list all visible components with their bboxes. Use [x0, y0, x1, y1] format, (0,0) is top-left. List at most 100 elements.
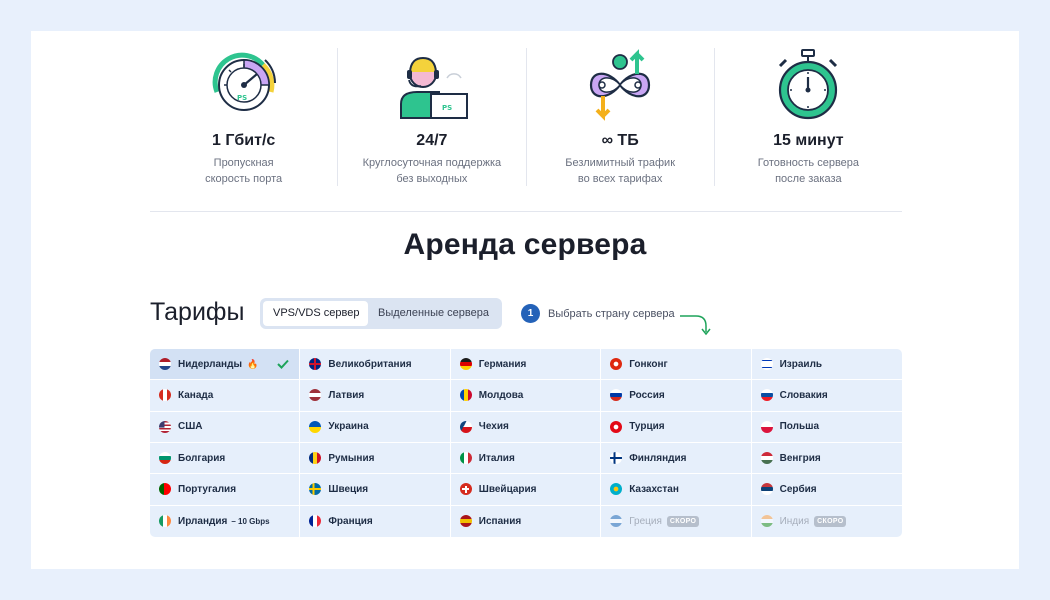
- country-name: Греция: [629, 515, 662, 527]
- country-option[interactable]: Швейцария: [450, 474, 602, 506]
- country-option[interactable]: Канада: [150, 380, 301, 412]
- country-option[interactable]: Ирландия – 10 Gbps: [150, 505, 301, 537]
- country-option[interactable]: Румыния: [300, 443, 451, 475]
- step-text: Выбрать страну сервера: [548, 307, 675, 320]
- flag-hu-icon: [760, 452, 773, 465]
- flag-tr-icon: [610, 420, 623, 433]
- country-name: Казахстан: [629, 483, 679, 495]
- flag-cz-icon: [459, 420, 472, 433]
- support-operator-icon: PS: [399, 56, 468, 119]
- country-option[interactable]: Словакия: [751, 380, 902, 412]
- country-grid: Нидерланды 🔥 Великобритания Германия Гонконг…: [150, 349, 902, 537]
- country-option[interactable]: Казахстан: [601, 474, 752, 506]
- country-name: Венгрия: [779, 452, 821, 464]
- feature-speed: PS 1 Гбит/с Пропускная скорость порта: [150, 48, 337, 186]
- country-name: Франция: [328, 515, 373, 527]
- step-hint: 1 Выбрать страну сервера: [521, 304, 675, 323]
- country-name: Польша: [779, 421, 820, 433]
- country-option[interactable]: Нидерланды 🔥: [150, 349, 301, 381]
- country-option[interactable]: США: [150, 411, 301, 443]
- country-option[interactable]: Чехия: [450, 411, 602, 443]
- country-name: Россия: [629, 389, 665, 401]
- country-option[interactable]: Италия: [450, 443, 602, 475]
- country-option[interactable]: Гонконг: [601, 349, 752, 381]
- country-option[interactable]: Латвия: [300, 380, 451, 412]
- fire-icon: 🔥: [246, 358, 259, 369]
- country-option[interactable]: Польша: [751, 412, 902, 443]
- country-name: Турция: [629, 421, 665, 433]
- country-option[interactable]: Франция: [300, 505, 451, 537]
- country-option[interactable]: Турция: [601, 411, 752, 443]
- flag-bg-icon: [159, 452, 171, 465]
- country-name: Израиль: [779, 358, 823, 370]
- flag-gb-icon: [309, 358, 322, 371]
- flag-ca-icon: [159, 389, 171, 402]
- flag-es-icon: [459, 515, 472, 528]
- flag-sk-icon: [760, 389, 773, 402]
- country-option[interactable]: Германия: [450, 349, 602, 381]
- feature-value: 15 минут: [773, 132, 844, 149]
- country-name: Финляндия: [629, 452, 687, 464]
- feature-value: 24/7: [416, 132, 448, 149]
- country-option[interactable]: Молдова: [450, 380, 602, 412]
- country-option[interactable]: Испания: [451, 505, 602, 537]
- tab-vps[interactable]: VPS/VDS сервер: [263, 301, 368, 326]
- country-option[interactable]: Португалия: [150, 474, 301, 506]
- flag-de-icon: [459, 358, 472, 371]
- feature-support: PS 24/7 Круглосуточная поддержка без выхо…: [337, 48, 525, 186]
- country-note: – 10 Gbps: [231, 516, 270, 526]
- country-name: Германия: [478, 358, 527, 370]
- tariffs-title: Тарифы: [150, 298, 245, 326]
- tab-dedicated[interactable]: Выделенные сервера: [368, 301, 499, 326]
- feature-desc: Готовность сервера после заказа: [757, 157, 860, 185]
- feature-stopwatch: 15 минут Готовность сервера после заказа: [713, 48, 902, 186]
- flag-ru-icon: [610, 389, 623, 402]
- page-title: Аренда сервера: [403, 228, 647, 261]
- country-option[interactable]: Финляндия: [601, 443, 752, 475]
- feature-desc: Круглосуточная поддержка без выходных: [362, 157, 502, 185]
- svg-text:PS: PS: [237, 94, 247, 102]
- infinity-traffic-icon: [590, 49, 651, 121]
- country-name: Румыния: [328, 452, 375, 464]
- country-name: Италия: [478, 452, 515, 464]
- curved-arrow-icon: [680, 315, 711, 336]
- flag-gr-icon: [610, 515, 623, 528]
- country-option[interactable]: Венгрия: [751, 443, 902, 475]
- feature-value: ∞ ТБ: [601, 132, 639, 149]
- country-name: США: [178, 421, 203, 433]
- country-option[interactable]: Россия: [601, 380, 752, 412]
- country-option[interactable]: Швеция: [300, 474, 451, 506]
- country-name: Словакия: [779, 389, 828, 401]
- country-option[interactable]: Великобритания: [300, 349, 451, 381]
- country-name: Украина: [328, 421, 369, 433]
- country-name: Испания: [478, 515, 522, 527]
- country-option[interactable]: Сербия: [751, 474, 902, 506]
- flag-fi-icon: [610, 452, 623, 465]
- country-name: Болгария: [178, 452, 226, 464]
- flag-hk-icon: [610, 358, 623, 371]
- soon-badge: СКОРО: [814, 515, 847, 527]
- flag-pt-icon: [159, 483, 171, 496]
- svg-text:PS: PS: [442, 104, 452, 112]
- soon-badge: СКОРО: [666, 515, 700, 527]
- check-icon: [277, 359, 290, 370]
- flag-pl-icon: [760, 420, 773, 433]
- flag-rs-icon: [760, 483, 773, 496]
- country-option[interactable]: Украина: [300, 411, 451, 443]
- server-type-tabs: VPS/VDS сервер Выделенные сервера: [260, 298, 502, 329]
- flag-ro-icon: [309, 452, 322, 465]
- country-name: Индия: [779, 515, 810, 527]
- country-name: Гонконг: [629, 358, 668, 370]
- speedometer-icon: PS: [212, 52, 276, 111]
- features-row: PS 1 Гбит/с Пропускная скорость порта PS …: [150, 48, 902, 186]
- feature-desc: Безлимитный трафик во всех тарифах: [565, 157, 676, 185]
- feature-value: 1 Гбит/с: [211, 132, 276, 149]
- country-option[interactable]: Израиль: [751, 349, 902, 381]
- country-option: Греция СКОРО: [601, 505, 752, 537]
- country-name: Латвия: [328, 389, 365, 401]
- country-option: Индия СКОРО: [752, 506, 902, 537]
- flag-kz-icon: [610, 483, 623, 496]
- country-name: Швейцария: [478, 483, 537, 495]
- country-name: Молдова: [478, 389, 524, 401]
- country-option[interactable]: Болгария: [150, 443, 301, 475]
